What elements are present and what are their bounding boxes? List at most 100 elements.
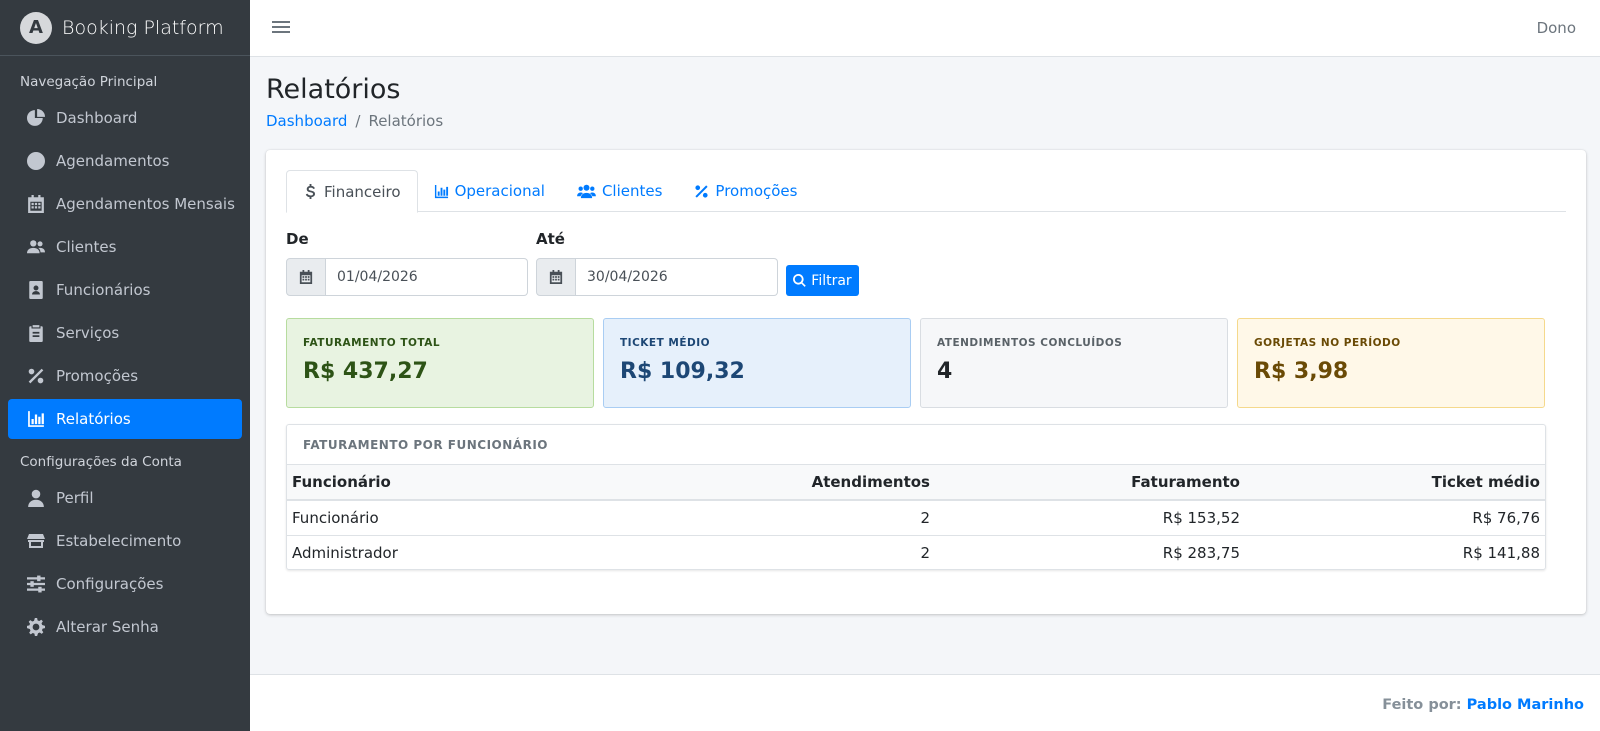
table-header-row: Funcionário Atendimentos Faturamento Tic… [287,465,1545,501]
sidebar-item-perfil[interactable]: Perfil [8,478,242,518]
brand-logo-icon: A [20,11,52,44]
sidebar-item-funcionarios[interactable]: Funcionários [8,270,242,310]
sidebar-item-estabelecimento[interactable]: Estabelecimento [8,521,242,561]
sidebar-item-promocoes[interactable]: Promoções [8,356,242,396]
sidebar-item-label: Perfil [56,489,94,507]
sidebar-item-dashboard[interactable]: Dashboard [8,98,242,138]
sidebar-item-clientes[interactable]: Clientes [8,227,242,267]
stat-label: Gorjetas no período [1254,337,1401,349]
calendar-icon[interactable] [536,258,576,296]
stat-value: 4 [937,359,953,384]
sidebar-item-label: Serviços [56,324,120,342]
stat-total-revenue: Faturamento total R$ 437,27 [286,318,594,408]
date-from-label: De [286,230,309,248]
calendar-icon[interactable] [286,258,326,296]
footer-credit: Feito por: Pablo Marinho [1382,697,1584,713]
employee-revenue-title: Faturamento por funcionário [287,425,1545,465]
user-menu[interactable]: Dono [1537,19,1576,37]
column-header: Ticket médio [1245,465,1545,501]
reports-card: Financeiro Operacional Clientes Promoçõe… [266,150,1586,614]
sidebar-item-label: Relatórios [56,410,131,428]
clock-icon [26,151,46,171]
employee-revenue-card: Faturamento por funcionário Funcionário … [286,424,1546,570]
table-cell: R$ 283,75 [1162,543,1240,562]
sidebar-item-label: Clientes [56,238,117,256]
table-cell: 2 [657,500,935,536]
sidebar-item-label: Estabelecimento [56,532,182,550]
sidebar-item-agendamentos-mensais[interactable]: Agendamentos Mensais [8,184,242,224]
date-to-input[interactable] [576,258,778,296]
report-tabs: Financeiro Operacional Clientes Promoçõe… [286,170,1566,213]
sidebar-item-label: Funcionários [56,281,151,299]
sidebar: A Booking Platform Navegação Principal D… [0,0,250,731]
nav-header-main: Navegação Principal [20,74,158,90]
page-title: Relatórios [266,74,401,105]
column-header: Faturamento [935,465,1245,501]
main-content: Relatórios Dashboard / Relatórios Financei… [250,57,1600,674]
sidebar-item-alterar-senha[interactable]: Alterar Senha [8,607,242,647]
filter-button-label: Filtrar [811,272,852,289]
users-icon [26,237,46,257]
table-cell: R$ 76,76 [1245,500,1545,536]
table-row: Funcionário 2 R$ 153,52 R$ 76,76 [287,500,1545,536]
tab-label: Promoções [715,182,798,200]
percent-icon [695,184,709,198]
stat-label: Faturamento total [303,337,441,349]
gear-icon [26,617,46,637]
calendar-icon [26,194,46,214]
tab-promocoes[interactable]: Promoções [678,170,813,212]
menu-toggle-icon[interactable] [272,18,290,38]
stat-value: R$ 109,32 [620,359,745,384]
chart-bar-icon [434,184,448,198]
tab-label: Clientes [601,182,663,200]
date-to-label: Até [536,230,565,248]
table-cell: Administrador [292,543,398,562]
store-icon [26,531,46,551]
employee-revenue-table: Funcionário Atendimentos Faturamento Tic… [287,465,1545,570]
column-header: Funcionário [287,465,657,501]
footer-prefix: Feito por: [1382,697,1462,713]
breadcrumb-current: Relatórios [368,112,444,130]
sidebar-item-label: Promoções [56,367,139,385]
footer: Feito por: Pablo Marinho [250,674,1600,731]
tab-financeiro[interactable]: Financeiro [286,170,418,213]
sidebar-item-servicos[interactable]: Serviços [8,313,242,353]
stat-average-ticket: Ticket médio R$ 109,32 [603,318,911,408]
stat-value: R$ 437,27 [303,359,428,384]
stat-tips: Gorjetas no período R$ 3,98 [1237,318,1545,408]
nav-header-account: Configurações da Conta [20,454,182,470]
filter-button[interactable]: Filtrar [786,265,859,296]
breadcrumb-home-link[interactable]: Dashboard [266,112,347,130]
id-badge-icon [26,280,46,300]
tab-label: Operacional [454,182,545,200]
chart-pie-icon [26,108,46,128]
sidebar-item-label: Alterar Senha [56,618,159,636]
percent-icon [26,366,46,386]
date-to-group [536,258,778,296]
users-icon [577,184,596,198]
tab-clientes[interactable]: Clientes [561,170,678,212]
tab-operacional[interactable]: Operacional [418,170,561,212]
clipboard-icon [26,323,46,343]
date-from-group [286,258,528,296]
stat-completed-appointments: Atendimentos concluídos 4 [920,318,1228,408]
chart-bar-icon [26,409,46,429]
footer-author-link[interactable]: Pablo Marinho [1467,697,1584,713]
table-cell: Funcionário [287,500,657,536]
dollar-icon [305,184,315,199]
sidebar-item-agendamentos[interactable]: Agendamentos [8,141,242,181]
sliders-icon [26,574,46,594]
sidebar-item-label: Agendamentos Mensais [56,195,235,213]
breadcrumb: Dashboard / Relatórios [266,112,443,130]
table-cell: 2 [920,543,930,562]
sidebar-item-label: Configurações [56,575,164,593]
date-from-input[interactable] [326,258,528,296]
search-icon [793,274,807,287]
brand[interactable]: A Booking Platform [0,0,250,56]
stat-value: R$ 3,98 [1254,359,1349,384]
sidebar-item-configuracoes[interactable]: Configurações [8,564,242,604]
top-navbar: Dono [250,0,1600,57]
sidebar-item-relatorios[interactable]: Relatórios [8,399,242,439]
table-row: Administrador 2 R$ 283,75 R$ 141,88 [287,535,1545,570]
table-cell: R$ 153,52 [935,500,1245,536]
